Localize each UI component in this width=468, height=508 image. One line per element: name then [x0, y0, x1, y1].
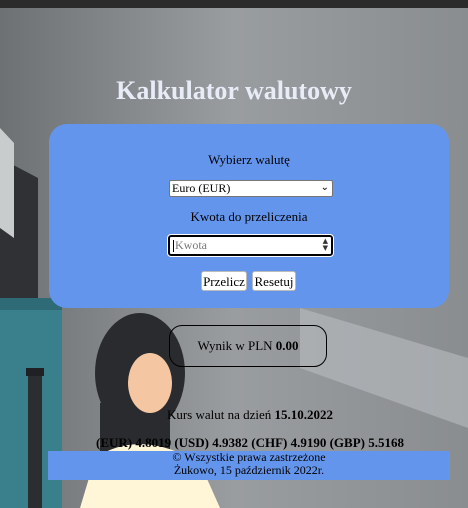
spinner-arrows-icon[interactable]: ▲ ▼	[323, 238, 328, 252]
amount-label: Kwota do przeliczenia	[190, 209, 308, 224]
rates-date: Kurs walut na dzień 15.10.2022	[0, 407, 468, 423]
result-value: 0.00	[275, 338, 299, 353]
chevron-down-icon: ⌄	[320, 182, 329, 193]
rates-date-label: Kurs walut na dzień	[166, 407, 272, 422]
amount-placeholder: Kwota	[175, 238, 207, 252]
reset-button[interactable]: Resetuj	[252, 271, 296, 291]
currency-label: Wybierz walutę	[208, 152, 290, 167]
calculate-button[interactable]: Przelicz	[201, 271, 247, 291]
calculator-panel: Wybierz walutę Euro (EUR) ⌄ Kwota do prz…	[49, 124, 449, 308]
footer-location-date: Żukowo, 15 październik 2022r.	[173, 463, 325, 477]
rates-date-value: 15.10.2022	[274, 407, 334, 422]
result-label: Wynik w PLN	[197, 338, 273, 353]
footer: © Wszystkie prawa zastrzeżone Żukowo, 15…	[48, 451, 450, 480]
amount-input[interactable]: Kwota ▲ ▼	[167, 234, 334, 257]
exchange-rates-line: (EUR) 4.8019 (USD) 4.9382 (CHF) 4.9190 (…	[95, 435, 404, 450]
currency-select[interactable]: Euro (EUR) ⌄	[169, 180, 333, 197]
page-title: Kalkulator walutowy	[116, 76, 352, 105]
browser-top-strip	[0, 0, 468, 8]
currency-select-value: Euro (EUR)	[172, 181, 231, 195]
result-box: Wynik w PLN 0.00	[169, 325, 327, 367]
text-cursor	[173, 240, 174, 253]
